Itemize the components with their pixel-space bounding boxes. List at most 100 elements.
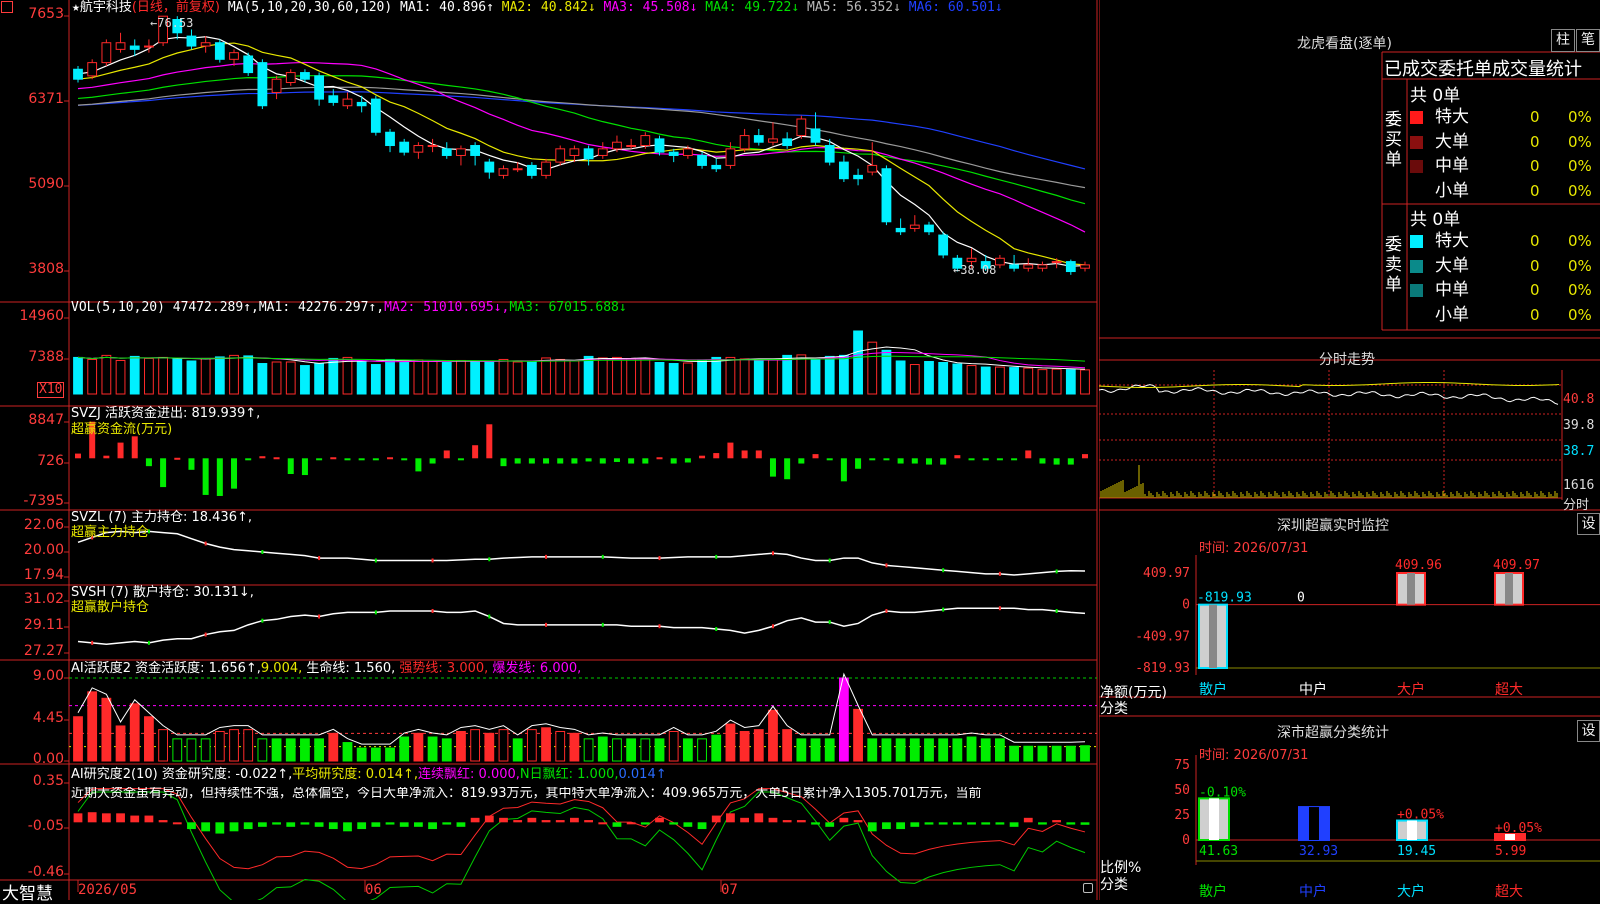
activity-bar — [980, 738, 991, 762]
research-bar — [626, 822, 636, 825]
row-percent: 0% — [1568, 256, 1592, 275]
price-tick-3: 5090 — [28, 176, 64, 192]
fund-flow-bar — [968, 458, 975, 461]
fund-flow-bar — [1067, 458, 1074, 465]
activity-bar — [399, 736, 410, 762]
activity-bar — [867, 738, 878, 762]
volume-bar — [597, 357, 608, 395]
volume-bar — [682, 362, 693, 395]
research-bar — [570, 817, 579, 823]
research-bar — [555, 820, 565, 823]
activity-bar — [158, 729, 168, 762]
research-bar — [371, 822, 381, 827]
candle-body — [1009, 264, 1019, 269]
volume-bar — [881, 349, 892, 395]
volume-bar — [1009, 367, 1019, 395]
activity-bar — [555, 730, 566, 762]
volume-bar — [555, 358, 566, 395]
fund-flow-bar — [798, 458, 805, 464]
research-bar — [116, 813, 125, 823]
activity-bar — [640, 738, 651, 762]
volume-bar — [257, 363, 268, 395]
lock-icon[interactable] — [1083, 883, 1093, 893]
tick-view-button[interactable]: 笔 — [1576, 29, 1600, 52]
activity-bar — [1065, 745, 1076, 762]
fund-flow-bar — [188, 458, 195, 470]
volume-bar — [87, 358, 98, 395]
sz-stats-settings-button[interactable]: 设 — [1577, 720, 1600, 742]
volume-bar — [909, 364, 920, 395]
fund-flow-bar — [883, 458, 890, 461]
volume-bar — [810, 358, 821, 395]
activity-bar — [725, 723, 736, 762]
volume-bar — [583, 355, 594, 395]
research-bar — [513, 820, 523, 823]
candle-body — [938, 234, 949, 256]
row-value: 0 — [1530, 132, 1540, 151]
main-chart-area[interactable]: ★航宇科技(日线，前复权) MA(5,10,20,30,60,120) MA1:… — [0, 0, 1098, 904]
volume-bar — [285, 361, 296, 395]
research-bar — [924, 822, 934, 825]
vol-ma2: MA2: 51010.695↓, — [384, 300, 510, 315]
sell-row: 大单 0 0% — [1410, 254, 1600, 278]
fund-flow-bar — [727, 442, 734, 459]
ma-params: MA(5,10,20,30,60,120) — [227, 0, 393, 15]
volume-bar — [399, 361, 410, 395]
activity-bar — [214, 730, 225, 762]
research-bar — [967, 822, 976, 825]
research-green-line — [77, 791, 1086, 900]
research-bar — [328, 822, 338, 830]
volume-bar — [668, 363, 679, 395]
activity-bar — [186, 738, 197, 762]
research-bar — [499, 817, 508, 823]
research-bar — [853, 820, 863, 823]
research-bar — [825, 822, 835, 827]
intraday-price-3: 38.7 — [1563, 444, 1595, 459]
candle-body — [541, 161, 551, 176]
research-bar — [101, 813, 111, 823]
research-bar — [215, 822, 225, 834]
favorite-star-icon[interactable]: ★ — [72, 0, 80, 15]
candle-body — [498, 168, 509, 176]
bar-view-button[interactable]: 柱 — [1551, 29, 1575, 52]
monitor-value-label: 409.97 — [1493, 558, 1540, 573]
candle-body — [214, 42, 225, 60]
research-bar — [484, 815, 494, 823]
fund-flow-bar — [670, 458, 677, 464]
research-bar — [1052, 820, 1062, 823]
activity-bar — [739, 730, 750, 762]
fund-flow-bar — [1025, 450, 1032, 459]
research-bar — [839, 817, 849, 823]
research-bar — [413, 822, 423, 827]
fund-flow-bar — [585, 458, 592, 462]
candle-body — [101, 42, 112, 64]
fund-flow-bar — [202, 458, 209, 495]
buy-row: 特大 0 0% — [1410, 105, 1600, 129]
candle-body — [144, 45, 154, 48]
sz-monitor-settings-button[interactable]: 设 — [1577, 513, 1600, 535]
activity-bar — [697, 738, 707, 762]
activity-bar — [895, 738, 906, 762]
right-sidebar: 龙虎看盘(逐单) 柱 笔 已成交委托单成交量统计 委买单 委卖单 共 0单 共 … — [1099, 0, 1600, 900]
high-label: ←76.53 — [150, 16, 194, 30]
activity-bar — [583, 738, 594, 762]
fund-flow-bar — [826, 458, 833, 461]
volume-bar — [229, 354, 239, 395]
research-bar — [981, 822, 991, 825]
activity-bar — [966, 736, 977, 762]
intraday-vol: 1616 — [1563, 478, 1595, 493]
volume-bar — [895, 360, 906, 395]
volume-bar — [144, 357, 154, 395]
research-bar — [655, 817, 664, 823]
research-bar — [726, 813, 735, 823]
fund-flow-bar — [415, 458, 422, 472]
sz-monitor-unit2: 分类 — [1100, 701, 1128, 717]
activity-bar — [328, 732, 339, 762]
volume-bar — [427, 360, 438, 395]
fund-flow-bar — [486, 424, 493, 459]
period-label[interactable]: (日线，前复权) — [132, 0, 220, 15]
intraday-chart[interactable] — [1099, 370, 1600, 510]
monitor-value-label: 409.96 — [1395, 558, 1442, 573]
fund-flow-bar — [358, 458, 365, 461]
activity-bar — [370, 747, 381, 762]
